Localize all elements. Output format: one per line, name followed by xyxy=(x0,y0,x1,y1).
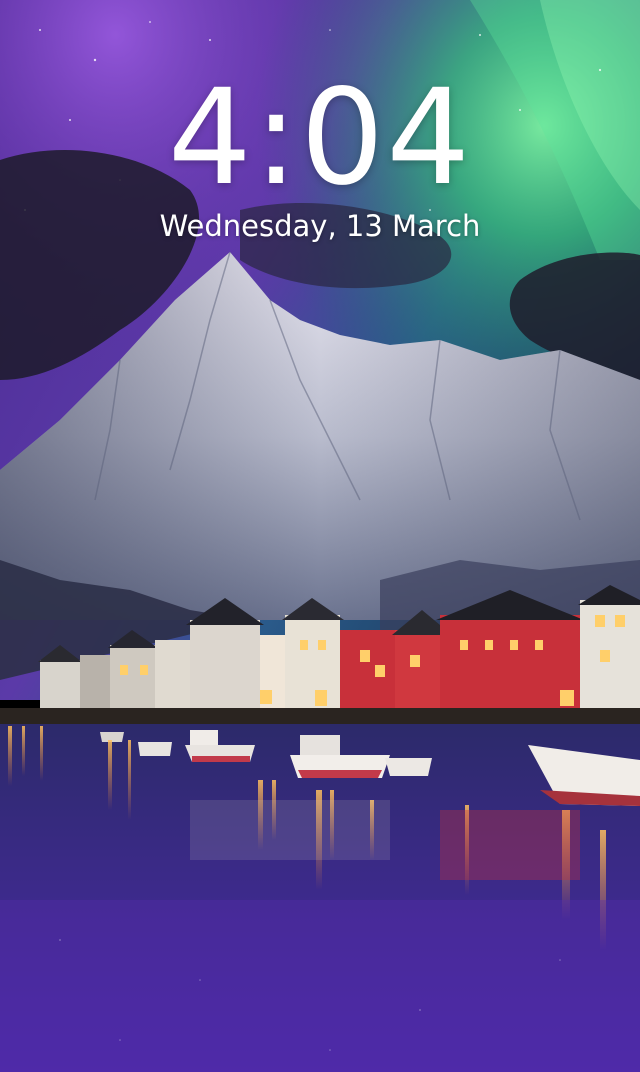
lockscreen-date: Wednesday, 13 March xyxy=(159,209,481,243)
lockscreen-clock: 4:04 xyxy=(167,61,473,215)
lock-screen: 4:04 Wednesday, 13 March xyxy=(0,0,640,1072)
